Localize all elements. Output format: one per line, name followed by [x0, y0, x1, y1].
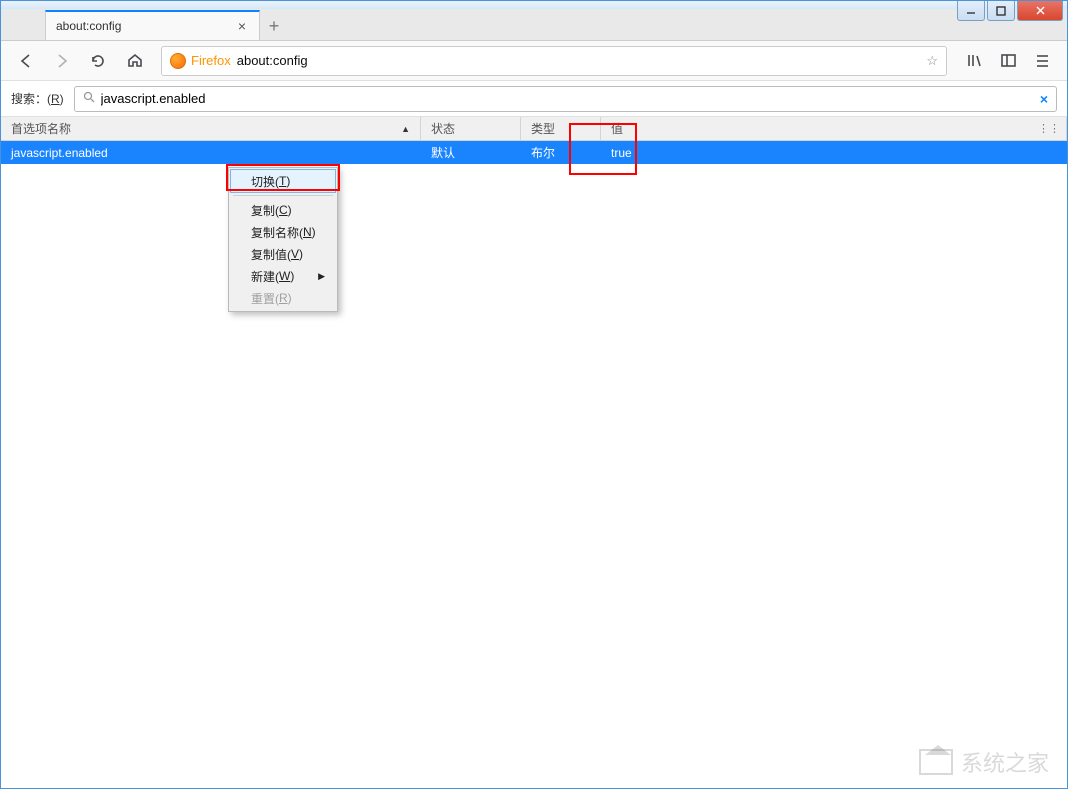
- column-header-type[interactable]: 类型: [521, 117, 601, 140]
- pref-type: 布尔: [521, 144, 601, 161]
- context-menu: 切换(T) 复制(C) 复制名称(N) 复制值(V) 新建(W) ▶ 重置(R): [228, 167, 338, 312]
- pref-value: true: [601, 146, 1067, 160]
- close-window-button[interactable]: [1017, 1, 1063, 21]
- watermark-icon: [919, 749, 953, 775]
- pref-row[interactable]: javascript.enabled 默认 布尔 true: [1, 141, 1067, 164]
- search-label: 搜索：(R): [11, 90, 64, 107]
- menu-item-toggle[interactable]: 切换(T): [230, 169, 336, 193]
- menu-separator: [233, 195, 333, 196]
- hamburger-menu-button[interactable]: [1027, 46, 1057, 76]
- library-button[interactable]: [959, 46, 989, 76]
- home-button[interactable]: [119, 46, 149, 76]
- sort-arrow-icon: ▲: [401, 124, 410, 134]
- maximize-button[interactable]: [987, 1, 1015, 21]
- bookmark-star-icon[interactable]: ☆: [926, 53, 938, 69]
- reload-button[interactable]: [83, 46, 113, 76]
- url-bar[interactable]: Firefox about:config ☆: [161, 46, 947, 76]
- title-bar: [1, 1, 1067, 9]
- watermark-text: 系统之家: [961, 746, 1049, 778]
- back-button[interactable]: [11, 46, 41, 76]
- config-search-input[interactable]: [101, 91, 1040, 106]
- minimize-button[interactable]: [957, 1, 985, 21]
- url-text: about:config: [237, 53, 308, 68]
- new-tab-button[interactable]: +: [260, 12, 288, 40]
- pref-status: 默认: [421, 144, 521, 161]
- config-search-input-wrap: ×: [74, 86, 1057, 112]
- menu-item-copy-value[interactable]: 复制值(V): [231, 243, 335, 265]
- identity-label: Firefox: [191, 53, 231, 68]
- window-controls: [957, 1, 1063, 21]
- config-search-bar: 搜索：(R) ×: [1, 81, 1067, 117]
- clear-search-icon[interactable]: ×: [1040, 91, 1048, 107]
- submenu-arrow-icon: ▶: [318, 271, 325, 282]
- menu-item-copy-name[interactable]: 复制名称(N): [231, 221, 335, 243]
- close-tab-icon[interactable]: ×: [235, 19, 249, 33]
- identity-box[interactable]: Firefox: [170, 53, 231, 69]
- pref-name: javascript.enabled: [1, 146, 421, 160]
- column-picker-icon[interactable]: ⋮⋮: [1038, 122, 1060, 135]
- column-header-value[interactable]: 值 ⋮⋮: [601, 117, 1067, 140]
- menu-item-copy[interactable]: 复制(C): [231, 199, 335, 221]
- watermark: 系统之家: [919, 746, 1049, 778]
- tab-strip: about:config × +: [1, 9, 1067, 41]
- nav-toolbar: Firefox about:config ☆: [1, 41, 1067, 81]
- column-header-status[interactable]: 状态: [421, 117, 521, 140]
- sidebar-button[interactable]: [993, 46, 1023, 76]
- search-icon: [83, 91, 95, 106]
- column-headers: 首选项名称 ▲ 状态 类型 值 ⋮⋮: [1, 117, 1067, 141]
- tab-about-config[interactable]: about:config ×: [45, 10, 260, 40]
- forward-button: [47, 46, 77, 76]
- firefox-icon: [170, 53, 186, 69]
- column-header-name[interactable]: 首选项名称 ▲: [1, 117, 421, 140]
- menu-item-new[interactable]: 新建(W) ▶: [231, 265, 335, 287]
- tab-title: about:config: [56, 19, 121, 33]
- menu-item-reset: 重置(R): [231, 287, 335, 309]
